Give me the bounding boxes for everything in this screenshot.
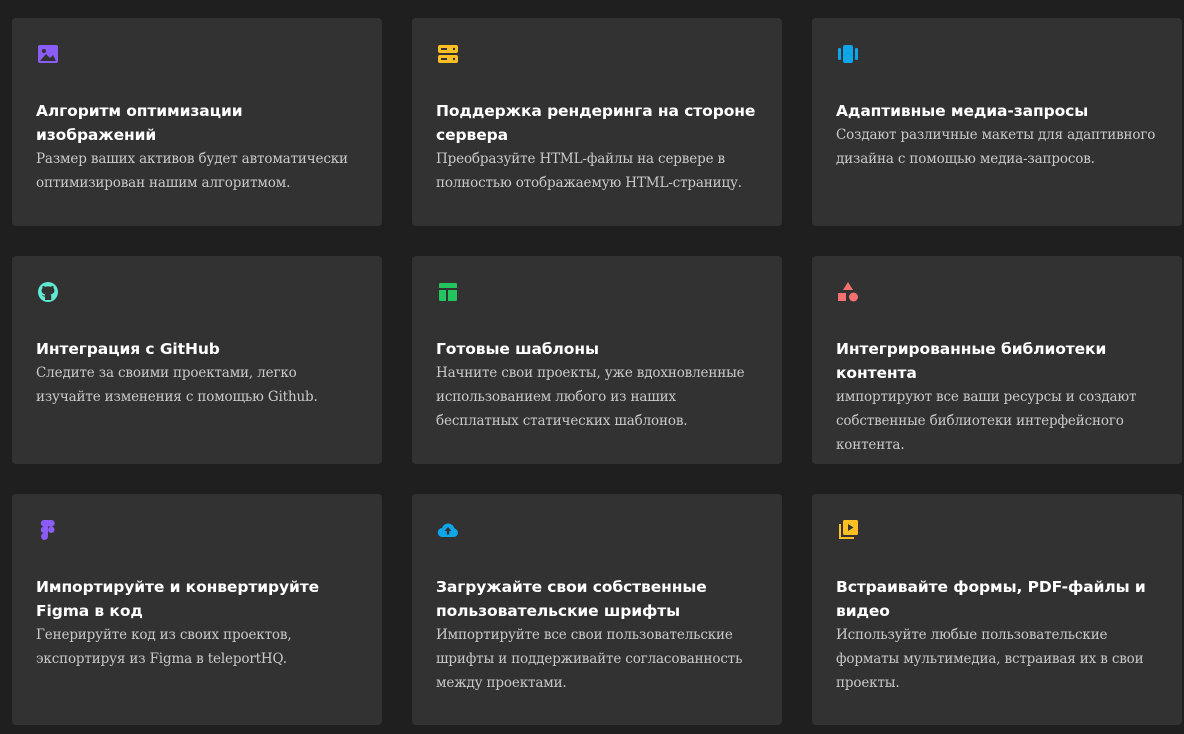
card-description: Начните свои проекты, уже вдохновленные … [436,365,745,429]
responsive-icon [836,42,860,66]
card-title: Импортируйте и конвертируйте Figma в код [36,578,320,620]
feature-card-custom-fonts: Загружайте свои собственные пользователь… [412,494,782,725]
feature-card-ssr: Поддержка рендеринга на стороне сервера … [412,18,782,226]
template-icon [436,280,460,304]
card-description: Следите за своими проектами, легко изуча… [36,365,318,405]
shapes-icon [836,280,860,304]
card-title: Загружайте свои собственные пользователь… [436,578,707,620]
cloud-upload-icon [436,518,460,542]
card-title: Алгоритм оптимизации изображений [36,102,243,144]
server-icon [436,42,460,66]
feature-card-image-optimization: Алгоритм оптимизации изображений Размер … [12,18,382,226]
card-title: Встраивайте формы, PDF-файлы и видео [836,578,1146,620]
figma-icon [36,518,60,542]
feature-card-figma: Импортируйте и конвертируйте Figma в код… [12,494,382,725]
card-title: Адаптивные медиа-запросы [836,102,1089,120]
card-title: Поддержка рендеринга на стороне сервера [436,102,756,144]
card-description: импортируют все ваши ресурсы и создают с… [836,389,1137,453]
card-description: Преобразуйте HTML-файлы на сервере в пол… [436,151,742,191]
features-grid: Алгоритм оптимизации изображений Размер … [12,18,1182,725]
github-icon [36,280,60,304]
card-description: Генерируйте код из своих проектов, экспо… [36,627,292,667]
card-title: Готовые шаблоны [436,340,599,358]
card-title: Интеграция с GitHub [36,340,220,358]
feature-card-templates: Готовые шаблоны Начните свои проекты, уж… [412,256,782,464]
feature-card-media-queries: Адаптивные медиа-запросы Создают различн… [812,18,1182,226]
card-description: Импортируйте все свои пользовательские ш… [436,627,743,691]
card-description: Размер ваших активов будет автоматически… [36,151,348,191]
image-icon [36,42,60,66]
feature-card-content-libraries: Интегрированные библиотеки контента импо… [812,256,1182,464]
card-description: Используйте любые пользовательские форма… [836,627,1144,691]
feature-card-embeds: Встраивайте формы, PDF-файлы и видео Исп… [812,494,1182,725]
card-title: Интегрированные библиотеки контента [836,340,1107,382]
video-library-icon [836,518,860,542]
card-description: Создают различные макеты для адаптивного… [836,127,1156,167]
feature-card-github: Интеграция с GitHub Следите за своими пр… [12,256,382,464]
